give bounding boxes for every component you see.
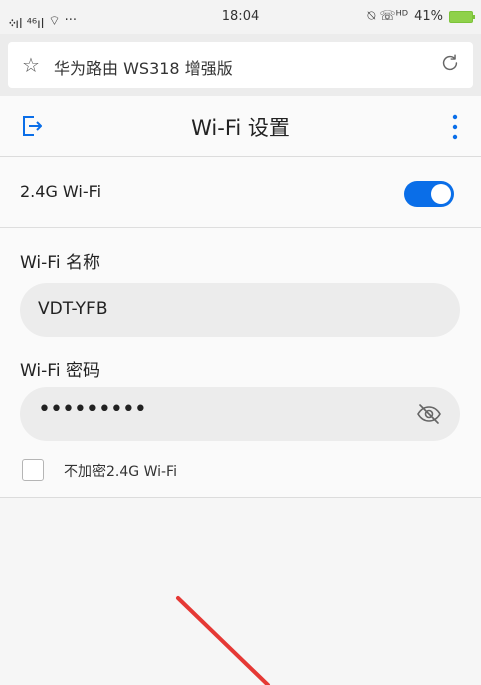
bookmark-star-icon[interactable]: ☆ — [22, 53, 40, 77]
status-bar: ᠅ıl ⁴⁶ıl ⌔ ··· 18:04 ⍉ ☏ᴴᴰ 41% — [0, 0, 481, 34]
more-menu-icon[interactable] — [451, 114, 459, 140]
address-bar-container: ☆ 华为路由 WS318 增强版 — [0, 34, 481, 96]
reload-icon[interactable] — [439, 52, 461, 74]
no-encrypt-label[interactable]: 不加密2.4G Wi-Fi — [64, 461, 177, 481]
page-heading: Wi-Fi 设置 — [191, 116, 290, 140]
no-encrypt-checkbox[interactable] — [22, 459, 44, 481]
wifi-name-label: Wi-Fi 名称 — [20, 253, 100, 273]
annotation-arrow-line — [176, 596, 270, 685]
page-header: Wi-Fi 设置 — [0, 96, 481, 157]
hide-password-eye-icon[interactable] — [416, 402, 442, 426]
band-toggle[interactable] — [404, 181, 454, 207]
toggle-knob — [431, 184, 451, 204]
band-label: 2.4G Wi-Fi — [20, 182, 102, 201]
wifi-password-input[interactable]: ••••••••• — [20, 387, 460, 441]
wifi-name-value[interactable]: VDT-YFB — [38, 299, 108, 319]
wifi-password-label: Wi-Fi 密码 — [20, 361, 100, 381]
status-right: ⍉ ☏ᴴᴰ 41% — [367, 9, 475, 24]
page-title-url[interactable]: 华为路由 WS318 增强版 — [54, 55, 233, 79]
address-bar[interactable]: ☆ 华为路由 WS318 增强版 — [8, 42, 473, 88]
wifi-name-input[interactable]: VDT-YFB — [20, 283, 460, 337]
wifi-password-value[interactable]: ••••••••• — [38, 397, 147, 422]
battery-icon — [449, 10, 475, 23]
status-tags: ⍉ ☏ᴴᴰ — [367, 9, 409, 24]
battery-percent: 41% — [414, 9, 443, 24]
